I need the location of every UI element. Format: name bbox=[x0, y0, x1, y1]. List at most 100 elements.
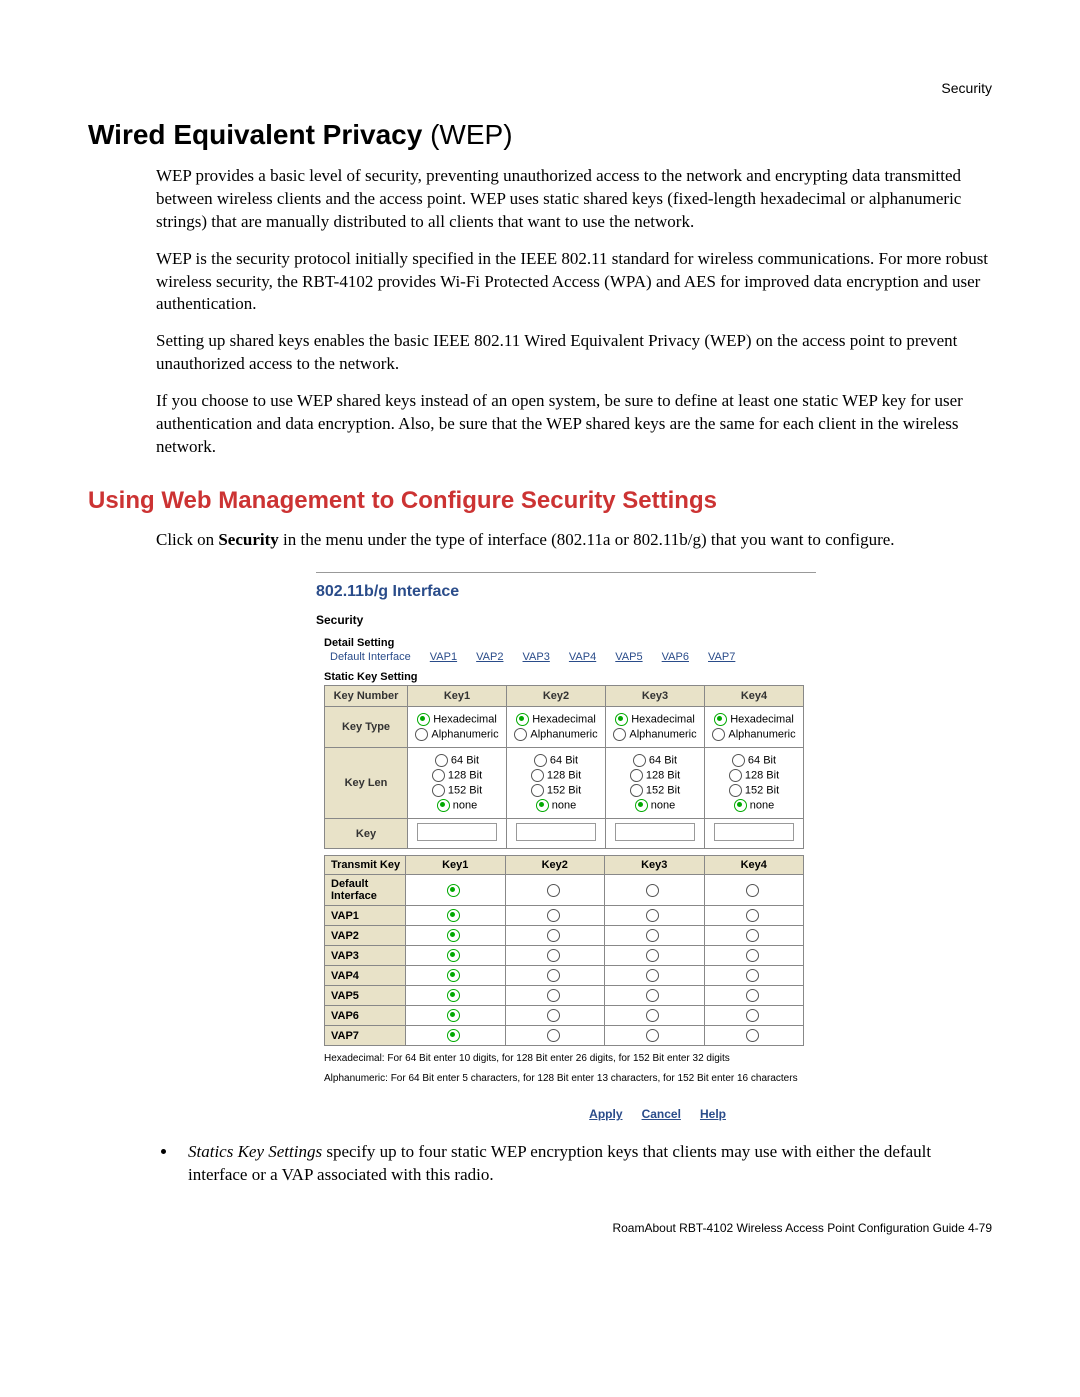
radio-tx[interactable] bbox=[646, 1029, 659, 1042]
tab-vap7[interactable]: VAP7 bbox=[708, 651, 735, 663]
security-figure: 802.11b/g Interface Security Detail Sett… bbox=[316, 572, 816, 1121]
radio-alpha[interactable] bbox=[415, 728, 428, 741]
keylen-key2: 64 Bit 128 Bit 152 Bit none bbox=[507, 748, 606, 819]
radio-tx[interactable] bbox=[646, 929, 659, 942]
radio-tx[interactable] bbox=[447, 949, 460, 962]
header-section: Security bbox=[88, 80, 992, 96]
radio-152bit[interactable] bbox=[432, 784, 445, 797]
radio-tx[interactable] bbox=[547, 929, 560, 942]
radio-128bit[interactable] bbox=[729, 769, 742, 782]
radio-128bit[interactable] bbox=[531, 769, 544, 782]
radio-tx[interactable] bbox=[746, 969, 759, 982]
radio-hex[interactable] bbox=[417, 713, 430, 726]
radio-alpha[interactable] bbox=[712, 728, 725, 741]
radio-64bit[interactable] bbox=[534, 754, 547, 767]
para-5: Click on Security in the menu under the … bbox=[88, 529, 992, 552]
row-key-len: Key Len bbox=[325, 748, 408, 819]
keytype-key2: Hexadecimal Alphanumeric bbox=[507, 707, 606, 748]
radio-tx[interactable] bbox=[547, 1029, 560, 1042]
radio-128bit[interactable] bbox=[630, 769, 643, 782]
radio-tx[interactable] bbox=[746, 909, 759, 922]
row-key-type: Key Type bbox=[325, 707, 408, 748]
radio-hex[interactable] bbox=[615, 713, 628, 726]
radio-hex[interactable] bbox=[714, 713, 727, 726]
radio-none[interactable] bbox=[635, 799, 648, 812]
radio-tx[interactable] bbox=[646, 989, 659, 1002]
row-key-number: Key Number bbox=[325, 686, 408, 707]
key-input-3[interactable] bbox=[615, 823, 694, 841]
radio-alpha[interactable] bbox=[613, 728, 626, 741]
radio-hex[interactable] bbox=[516, 713, 529, 726]
tab-vap6[interactable]: VAP6 bbox=[662, 651, 689, 663]
keytype-key4: Hexadecimal Alphanumeric bbox=[705, 707, 804, 748]
radio-tx[interactable] bbox=[646, 949, 659, 962]
action-links: Apply Cancel Help bbox=[316, 1107, 726, 1121]
radio-none[interactable] bbox=[536, 799, 549, 812]
radio-tx[interactable] bbox=[746, 884, 759, 897]
radio-64bit[interactable] bbox=[633, 754, 646, 767]
page-footer: RoamAbout RBT-4102 Wireless Access Point… bbox=[88, 1221, 992, 1235]
radio-alpha[interactable] bbox=[514, 728, 527, 741]
radio-none[interactable] bbox=[437, 799, 450, 812]
col-key3: Key3 bbox=[606, 686, 705, 707]
radio-tx[interactable] bbox=[547, 949, 560, 962]
key-input-2[interactable] bbox=[516, 823, 595, 841]
radio-tx[interactable] bbox=[547, 884, 560, 897]
radio-tx[interactable] bbox=[447, 989, 460, 1002]
title-bold: Wired Equivalent Privacy bbox=[88, 119, 422, 150]
key-input-4[interactable] bbox=[714, 823, 793, 841]
radio-tx[interactable] bbox=[547, 969, 560, 982]
radio-tx[interactable] bbox=[447, 1009, 460, 1022]
radio-152bit[interactable] bbox=[729, 784, 742, 797]
radio-none[interactable] bbox=[734, 799, 747, 812]
radio-tx[interactable] bbox=[646, 909, 659, 922]
help-link[interactable]: Help bbox=[700, 1107, 726, 1121]
radio-tx[interactable] bbox=[746, 949, 759, 962]
radio-tx[interactable] bbox=[746, 1009, 759, 1022]
radio-tx[interactable] bbox=[746, 989, 759, 1002]
radio-152bit[interactable] bbox=[630, 784, 643, 797]
col-key2: Key2 bbox=[507, 686, 606, 707]
page-title: Wired Equivalent Privacy (WEP) bbox=[88, 120, 992, 151]
radio-tx[interactable] bbox=[447, 1029, 460, 1042]
apply-link[interactable]: Apply bbox=[589, 1107, 622, 1121]
title-rest: (WEP) bbox=[422, 119, 512, 150]
col-key4: Key4 bbox=[705, 686, 804, 707]
radio-tx[interactable] bbox=[646, 884, 659, 897]
radio-64bit[interactable] bbox=[732, 754, 745, 767]
radio-tx[interactable] bbox=[746, 929, 759, 942]
keylen-key3: 64 Bit 128 Bit 152 Bit none bbox=[606, 748, 705, 819]
para-4: If you choose to use WEP shared keys ins… bbox=[88, 390, 992, 459]
radio-tx[interactable] bbox=[447, 969, 460, 982]
transmit-key-table: Transmit Key Key1 Key2 Key3 Key4 Default… bbox=[324, 855, 804, 1046]
tab-vap4[interactable]: VAP4 bbox=[569, 651, 596, 663]
radio-tx[interactable] bbox=[746, 1029, 759, 1042]
radio-tx[interactable] bbox=[646, 1009, 659, 1022]
col-key1: Key1 bbox=[408, 686, 507, 707]
fig-title: 802.11b/g Interface bbox=[316, 583, 816, 601]
static-key-label: Static Key Setting bbox=[324, 671, 816, 683]
radio-64bit[interactable] bbox=[435, 754, 448, 767]
tab-vap5[interactable]: VAP5 bbox=[615, 651, 642, 663]
static-key-table: Key Number Key1 Key2 Key3 Key4 Key Type … bbox=[324, 685, 804, 849]
radio-tx[interactable] bbox=[547, 909, 560, 922]
radio-tx[interactable] bbox=[547, 989, 560, 1002]
radio-tx[interactable] bbox=[646, 969, 659, 982]
detail-tabs: Default Interface VAP1 VAP2 VAP3 VAP4 VA… bbox=[330, 651, 816, 663]
radio-tx[interactable] bbox=[547, 1009, 560, 1022]
section-heading: Using Web Management to Configure Securi… bbox=[88, 487, 992, 515]
keylen-key4: 64 Bit 128 Bit 152 Bit none bbox=[705, 748, 804, 819]
radio-152bit[interactable] bbox=[531, 784, 544, 797]
para-3: Setting up shared keys enables the basic… bbox=[88, 330, 992, 376]
transmit-key-header: Transmit Key bbox=[325, 856, 406, 875]
radio-tx[interactable] bbox=[447, 929, 460, 942]
tab-vap2[interactable]: VAP2 bbox=[476, 651, 503, 663]
key-input-1[interactable] bbox=[417, 823, 496, 841]
radio-tx[interactable] bbox=[447, 909, 460, 922]
tab-vap1[interactable]: VAP1 bbox=[430, 651, 457, 663]
cancel-link[interactable]: Cancel bbox=[642, 1107, 681, 1121]
tab-vap3[interactable]: VAP3 bbox=[523, 651, 550, 663]
radio-tx[interactable] bbox=[447, 884, 460, 897]
tab-default-interface[interactable]: Default Interface bbox=[330, 651, 411, 663]
radio-128bit[interactable] bbox=[432, 769, 445, 782]
